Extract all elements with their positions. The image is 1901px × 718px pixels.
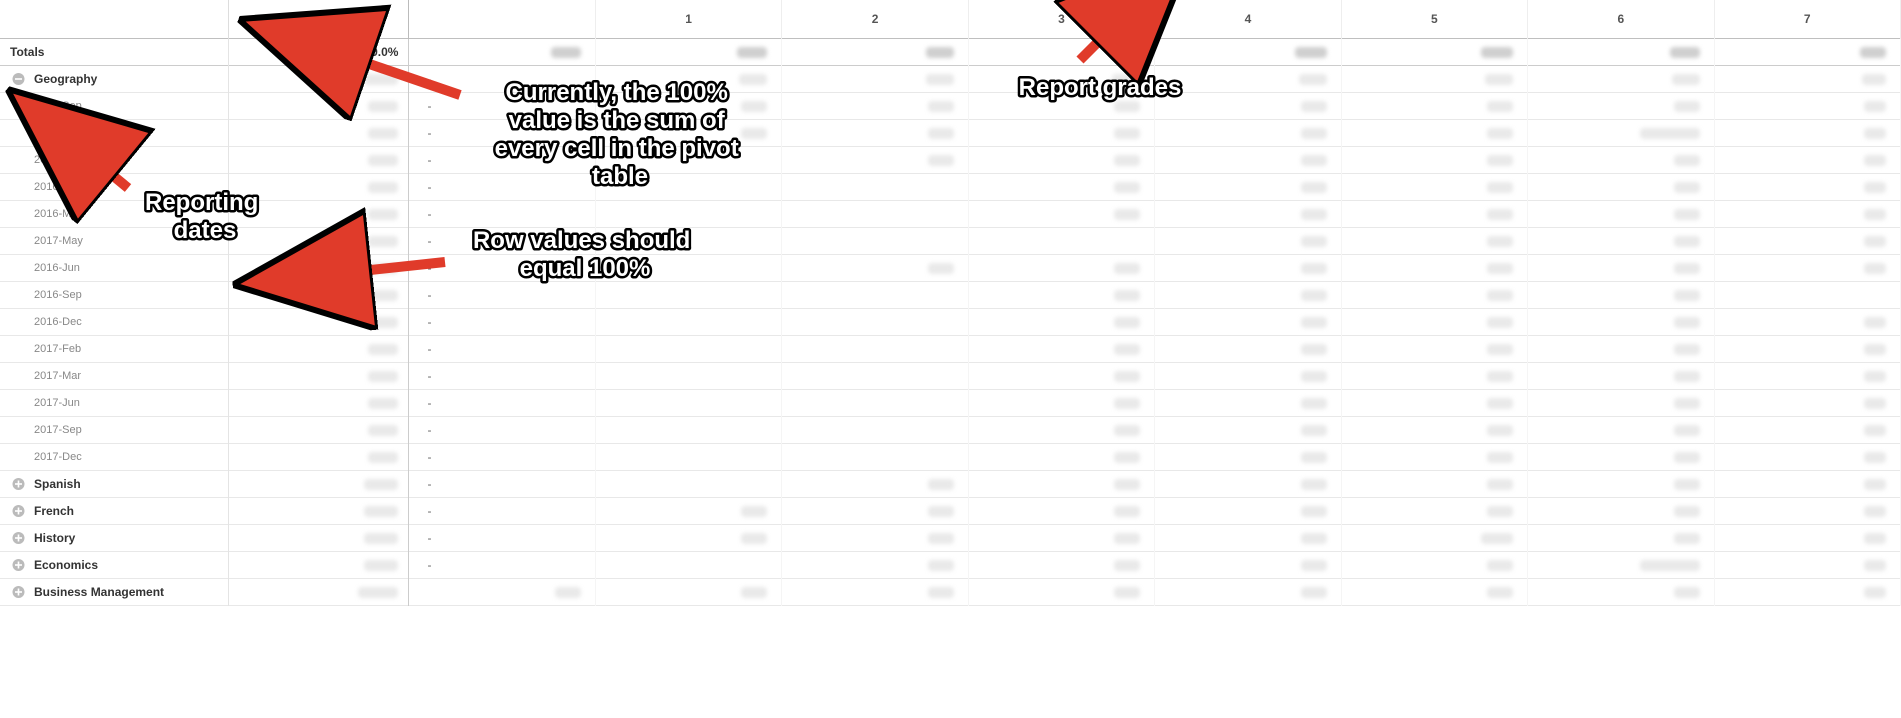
header-grade-2[interactable]: 2: [782, 0, 968, 38]
totals-row: Totals 100.0%: [0, 38, 1901, 65]
subject-row-history[interactable]: History -: [0, 524, 1901, 551]
date-row[interactable]: 2016-May -: [0, 200, 1901, 227]
header-blank: [0, 0, 229, 38]
date-label: 2015-Sep: [0, 92, 229, 119]
expand-icon[interactable]: [12, 477, 25, 490]
cell: [229, 92, 409, 119]
totals-value: 100.0%: [229, 38, 409, 65]
subject-label: Economics: [34, 558, 98, 572]
subject-label: Business Management: [34, 585, 164, 599]
cell: [1528, 65, 1714, 92]
expand-icon[interactable]: [12, 585, 25, 598]
header-grade-5[interactable]: 5: [1341, 0, 1527, 38]
cell: [782, 65, 968, 92]
date-row[interactable]: 2016-Feb -: [0, 146, 1901, 173]
date-row[interactable]: 2017-May -: [0, 227, 1901, 254]
header-row: Totals 1 2 3 4 5 6 7: [0, 0, 1901, 38]
subject-row-spanish[interactable]: Spanish -: [0, 470, 1901, 497]
subject-label: French: [34, 504, 74, 518]
cell: [1155, 38, 1341, 65]
date-row[interactable]: 2017-Jun -: [0, 389, 1901, 416]
cell: [229, 65, 409, 92]
cell: [1714, 38, 1900, 65]
header-grade-3[interactable]: 3: [968, 0, 1154, 38]
cell: [595, 65, 781, 92]
header-grade-7[interactable]: 7: [1714, 0, 1900, 38]
cell: [968, 65, 1154, 92]
cell: [595, 38, 781, 65]
subject-row-business-management[interactable]: Business Management: [0, 578, 1901, 605]
header-grade-blank[interactable]: [409, 0, 595, 38]
cell: -: [409, 65, 595, 92]
date-row[interactable]: 2016-Mar -: [0, 173, 1901, 200]
expand-icon[interactable]: [12, 504, 25, 517]
collapse-icon[interactable]: [12, 72, 25, 85]
subject-label: Spanish: [34, 477, 81, 491]
header-grade-4[interactable]: 4: [1155, 0, 1341, 38]
date-row[interactable]: 2016-Sep -: [0, 281, 1901, 308]
header-totals[interactable]: Totals: [229, 0, 409, 38]
cell: [782, 38, 968, 65]
header-grade-1[interactable]: 1: [595, 0, 781, 38]
cell: [1155, 65, 1341, 92]
cell: [968, 38, 1154, 65]
pivot-table: Totals 1 2 3 4 5 6 7 Totals 100.0% Geogr…: [0, 0, 1901, 606]
totals-label: Totals: [0, 38, 229, 65]
cell: [1714, 65, 1900, 92]
cell: [1528, 38, 1714, 65]
header-grade-6[interactable]: 6: [1528, 0, 1714, 38]
subject-row-french[interactable]: French -: [0, 497, 1901, 524]
date-row[interactable]: 2016-Jun -: [0, 254, 1901, 281]
subject-label: History: [34, 531, 75, 545]
date-row[interactable]: 2017-Feb -: [0, 335, 1901, 362]
expand-icon[interactable]: [12, 558, 25, 571]
subject-label: Geography: [34, 72, 97, 86]
date-row[interactable]: 2016-Dec -: [0, 308, 1901, 335]
date-row[interactable]: 2015-Sep -: [0, 92, 1901, 119]
cell: [409, 38, 595, 65]
cell: [1341, 38, 1527, 65]
cell: [1341, 65, 1527, 92]
expand-icon[interactable]: [12, 531, 25, 544]
date-row[interactable]: 2015-Dec -: [0, 119, 1901, 146]
date-row[interactable]: 2017-Sep -: [0, 416, 1901, 443]
date-row[interactable]: 2017-Mar -: [0, 362, 1901, 389]
date-row[interactable]: 2017-Dec -: [0, 443, 1901, 470]
subject-row-economics[interactable]: Economics -: [0, 551, 1901, 578]
subject-row-geography[interactable]: Geography -: [0, 65, 1901, 92]
